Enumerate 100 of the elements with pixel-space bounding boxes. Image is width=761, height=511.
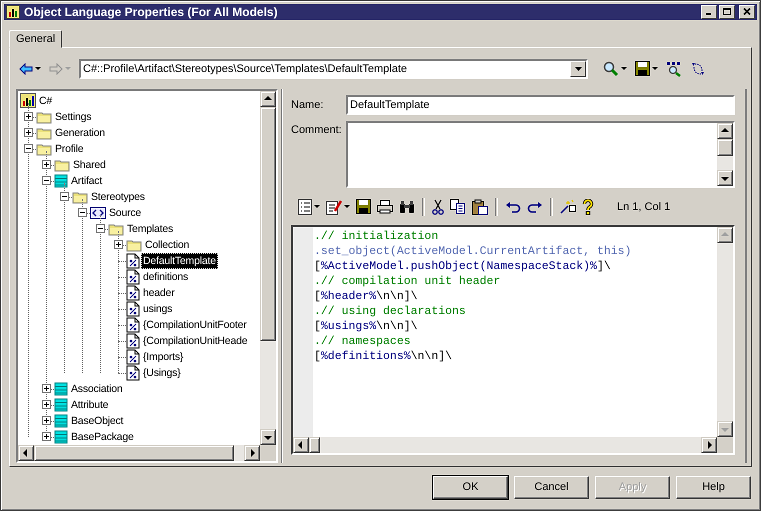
code-line: .// using declarations: [314, 304, 467, 319]
maximize-icon: [722, 7, 732, 16]
tree-item[interactable]: {CompilationUnitHeade: [141, 332, 250, 349]
dialog-button[interactable]: Help: [676, 476, 751, 499]
spell-check-icon: [666, 60, 682, 77]
folder-icon: [36, 110, 52, 124]
expand-toggle[interactable]: [42, 400, 51, 410]
tree-item[interactable]: Templates: [125, 220, 176, 237]
expand-toggle[interactable]: [24, 128, 33, 138]
tree-item[interactable]: {CompilationUnitFooter: [141, 316, 249, 333]
scrollbar-thumb[interactable]: [34, 444, 234, 461]
horizontal-scrollbar[interactable]: [18, 444, 260, 461]
field-label: Comment:: [291, 122, 343, 136]
tree-item[interactable]: header: [141, 284, 176, 301]
code-line: [%definitions%\n\n]\: [314, 348, 454, 364]
scrollbar-thumb[interactable]: [260, 106, 276, 341]
tree-item[interactable]: Stereotypes: [89, 188, 147, 205]
collapse-toggle[interactable]: [78, 208, 87, 218]
dialog-button[interactable]: Cancel: [514, 476, 589, 499]
collapse-toggle[interactable]: [60, 192, 69, 202]
comment-field[interactable]: [346, 120, 735, 188]
scroll-down-button[interactable]: [717, 170, 733, 186]
collapse-toggle[interactable]: [96, 224, 105, 234]
tree-item[interactable]: {Usings}: [141, 364, 183, 381]
collapse-toggle[interactable]: [24, 144, 33, 154]
folder-icon: [72, 190, 88, 204]
scroll-right-button[interactable]: [701, 436, 717, 453]
expand-toggle[interactable]: [42, 432, 51, 442]
percent-document-icon: [126, 300, 140, 317]
percent-document-icon: [126, 348, 140, 365]
expand-toggle[interactable]: [42, 384, 51, 394]
name-field[interactable]: DefaultTemplate: [346, 94, 735, 115]
code-line: .// namespaces: [314, 334, 412, 349]
collapse-toggle[interactable]: [42, 176, 51, 186]
code-line: [%header%\n\n]\: [314, 288, 419, 304]
dropdown-button[interactable]: [570, 60, 586, 77]
vertical-scrollbar[interactable]: [260, 90, 276, 445]
code-line: [%usings%\n\n]\: [314, 318, 419, 334]
percent-document-icon: [126, 332, 140, 349]
tree-item[interactable]: C#: [37, 92, 54, 109]
vertical-scrollbar[interactable]: [717, 122, 733, 186]
table-icon: [54, 174, 68, 188]
scroll-up-button[interactable]: [717, 122, 733, 139]
tree-item[interactable]: Artifact: [69, 172, 104, 189]
tree-item[interactable]: Collection: [143, 236, 192, 253]
field-label: Name:: [291, 98, 324, 111]
tab[interactable]: General: [9, 30, 62, 48]
maximize-button[interactable]: [719, 4, 735, 19]
expand-toggle[interactable]: [114, 240, 123, 250]
expand-toggle[interactable]: [42, 416, 51, 426]
scroll-down-button[interactable]: [260, 428, 276, 445]
folder-icon: [108, 222, 124, 236]
percent-document-icon: [126, 268, 140, 285]
vertical-scrollbar[interactable]: [717, 226, 733, 437]
dialog-button[interactable]: OK: [433, 476, 508, 499]
scroll-up-button[interactable]: [717, 226, 733, 243]
scroll-down-button[interactable]: [717, 420, 733, 437]
tree-item[interactable]: Shared: [71, 156, 108, 173]
tree-item[interactable]: Association: [69, 380, 124, 397]
folder-icon: [36, 142, 52, 156]
tree-item[interactable]: Profile: [53, 140, 86, 157]
expand-toggle[interactable]: [24, 112, 33, 122]
redo-arrow-icon: [527, 200, 543, 213]
code-line: [%ActiveModel.pushObject(NamespaceStack)%]\: [314, 258, 612, 274]
tree-item[interactable]: usings: [141, 300, 174, 317]
tree-item[interactable]: Attribute: [69, 396, 110, 413]
percent-document-icon: [126, 364, 140, 381]
folder-icon: [54, 158, 70, 172]
percent-document-icon: [126, 316, 140, 333]
horizontal-scrollbar[interactable]: [293, 436, 717, 453]
tree-item[interactable]: BasePackage: [69, 428, 136, 445]
tree-item[interactable]: Settings: [53, 108, 94, 125]
scroll-left-button[interactable]: [293, 436, 309, 453]
scroll-up-button[interactable]: [260, 90, 276, 107]
scrollbar-corner: [717, 436, 733, 453]
code-editor[interactable]: [291, 224, 735, 455]
binoculars-icon: [399, 200, 415, 214]
table-icon: [54, 430, 68, 444]
caret-icon: [574, 66, 582, 71]
scrollbar-thumb[interactable]: [717, 138, 733, 156]
scroll-right-button[interactable]: [244, 444, 260, 461]
tree-item[interactable]: BaseObject: [69, 412, 126, 429]
tree-item[interactable]: DefaultTemplate: [141, 252, 218, 269]
path-combo-box[interactable]: C#::Profile\Artifact\Stereotypes\Source\Templates\DefaultTemplate: [79, 58, 588, 79]
percent-document-icon: [126, 284, 140, 301]
scrollbar-thumb[interactable]: [309, 436, 320, 453]
tree-item[interactable]: {Imports}: [141, 348, 186, 365]
tree-item[interactable]: Generation: [53, 124, 107, 141]
tree-item[interactable]: Source: [107, 204, 144, 221]
app-icon: [6, 4, 20, 19]
undo-arrow-icon: [505, 200, 521, 213]
expand-toggle[interactable]: [42, 160, 51, 170]
window-title: Object Language Properties (For All Models): [24, 4, 279, 19]
scroll-left-button[interactable]: [18, 444, 34, 461]
table-icon: [54, 414, 68, 428]
magnifier-icon: [603, 60, 619, 77]
tree-item[interactable]: definitions: [141, 268, 190, 285]
close-button[interactable]: [739, 4, 755, 19]
table-icon: [54, 382, 68, 396]
minimize-button[interactable]: [701, 4, 717, 19]
